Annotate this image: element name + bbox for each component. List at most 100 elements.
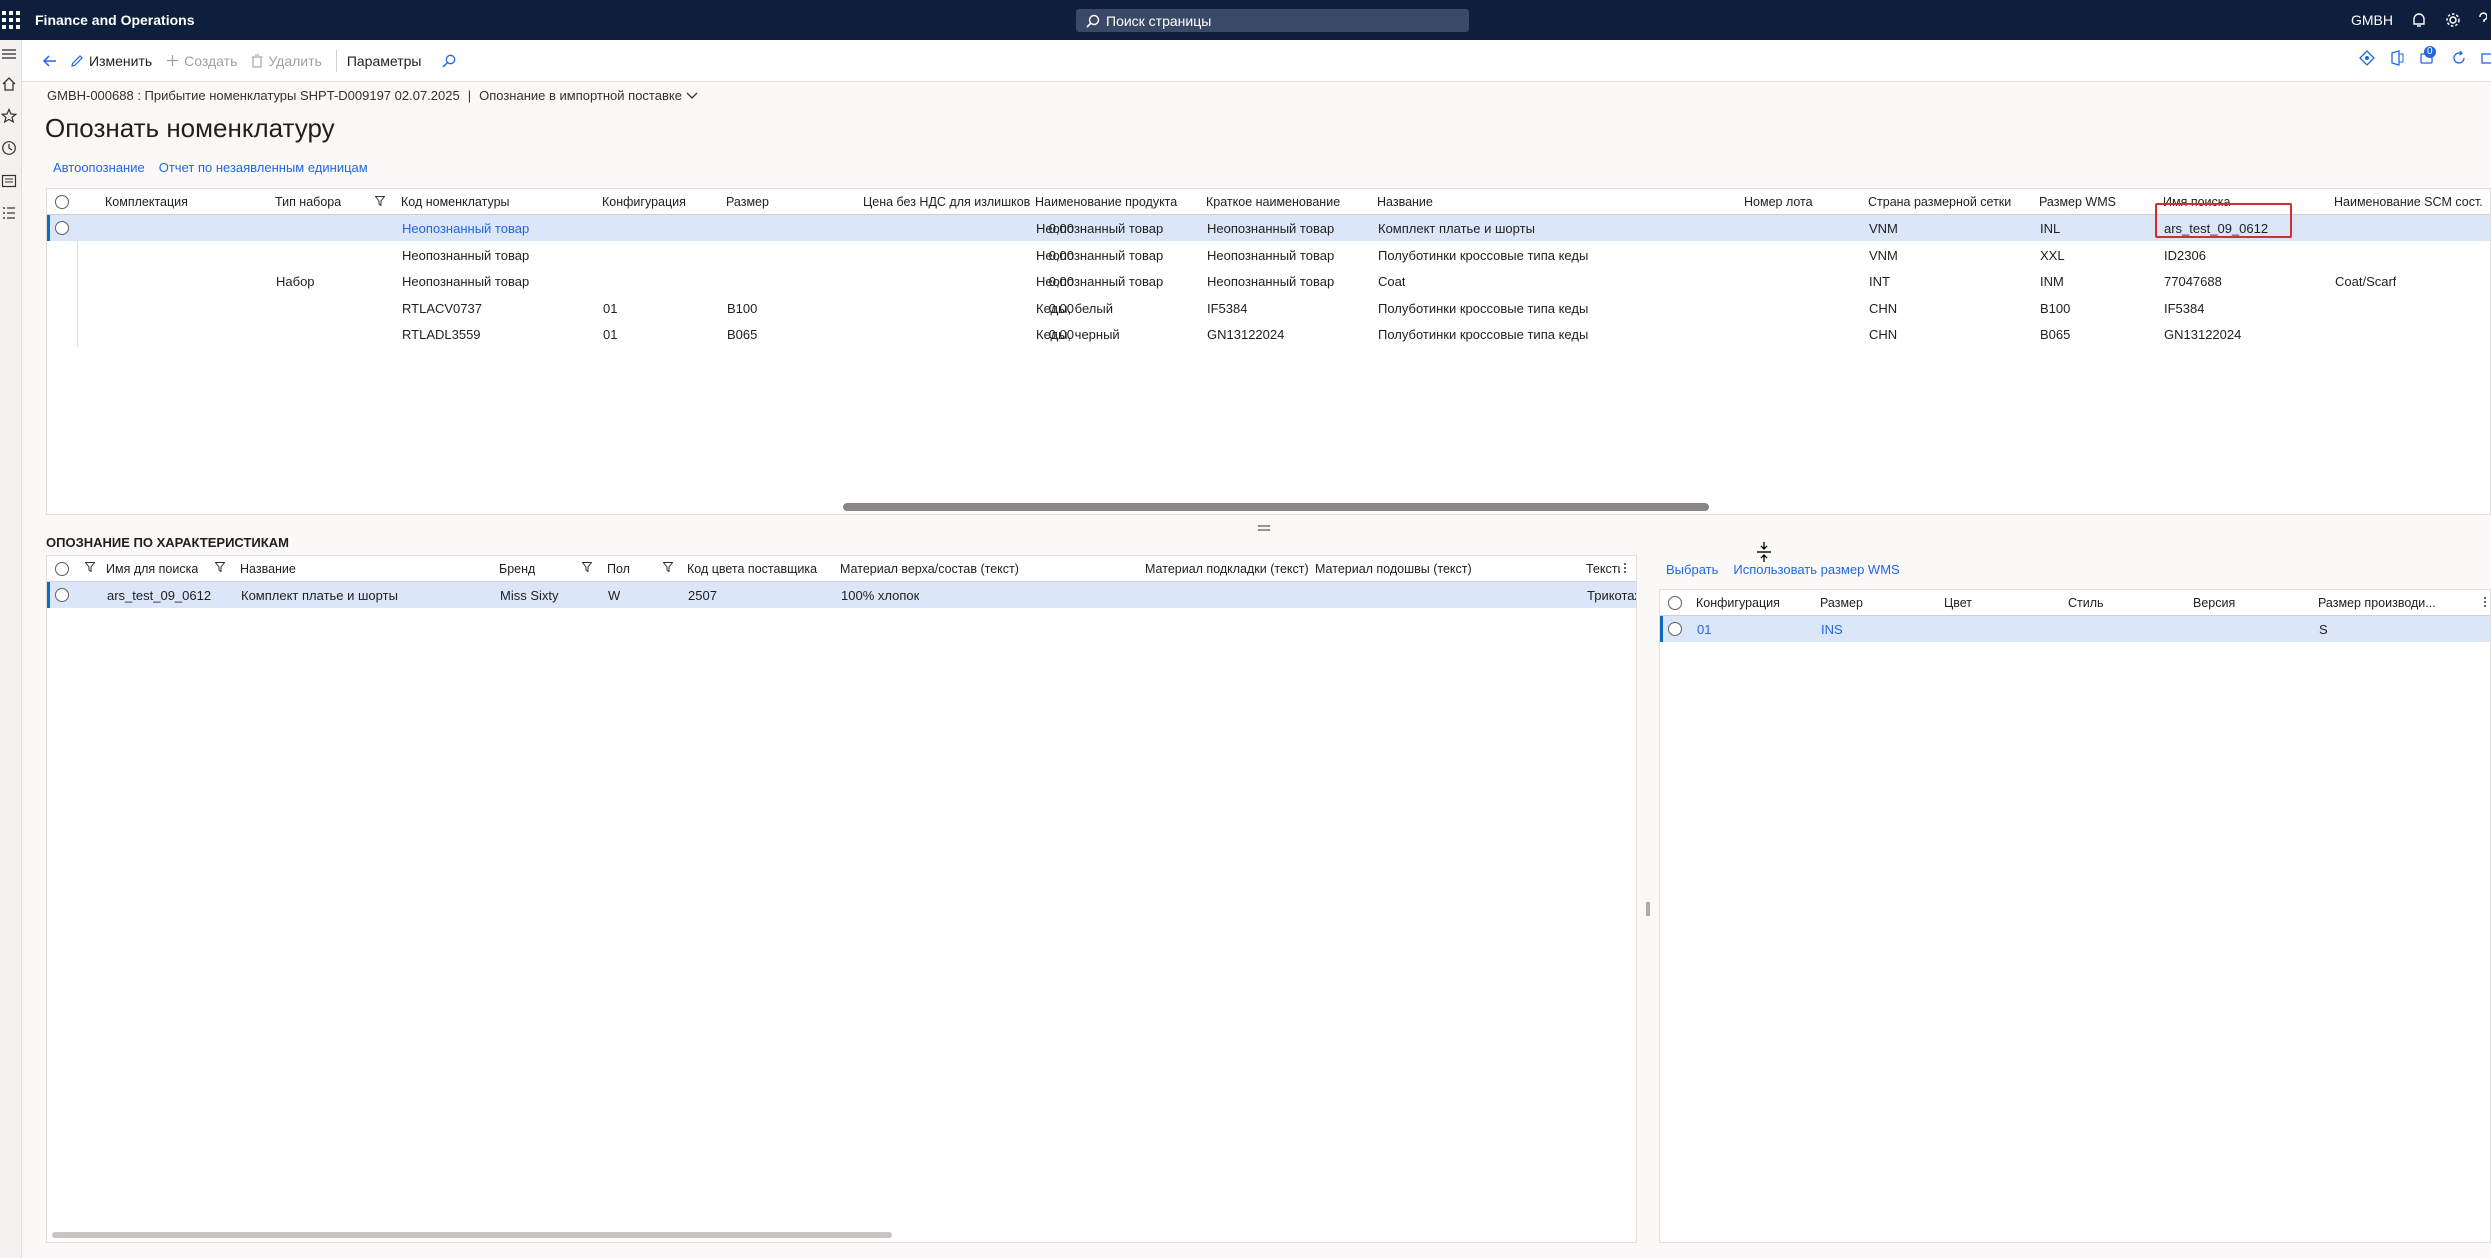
col-product-name[interactable]: Наименование продукта — [1035, 195, 1177, 209]
col-color[interactable]: Цвет — [1944, 596, 1972, 610]
page-search-input[interactable]: Поиск страницы — [1076, 9, 1469, 32]
col-name[interactable]: Название — [1377, 195, 1433, 209]
col-short-name[interactable]: Краткое наименование — [1206, 195, 1340, 209]
notifications-icon[interactable] — [2411, 12, 2427, 28]
select-all-radio[interactable] — [55, 562, 69, 576]
col-style[interactable]: Стиль — [2068, 596, 2104, 610]
size-cell[interactable]: INS — [1821, 622, 1843, 637]
diamond-icon[interactable] — [2359, 50, 2375, 66]
col-set-type[interactable]: Тип набора — [275, 195, 341, 209]
table-row[interactable]: Неопознанный товар 0,00 Неопознанный тов… — [47, 215, 2490, 241]
item-code-cell[interactable]: Неопознанный товар — [402, 221, 529, 236]
create-button[interactable]: Создать — [166, 53, 237, 69]
message-count-badge: 0 — [2424, 46, 2436, 58]
help-icon[interactable] — [2479, 12, 2488, 28]
right-panel-links: Выбрать Использовать размер WMS — [1666, 562, 1900, 577]
supplier-color-cell: 2507 — [688, 588, 717, 603]
top-bar: Finance and Operations Поиск страницы GM… — [0, 0, 2491, 40]
page-title: Опознать номенклатуру — [45, 113, 335, 143]
office-icon[interactable] — [2389, 50, 2405, 66]
table-row[interactable]: RTLADL3559 01 B065 0,00 Кеды, черный GN1… — [47, 321, 2490, 347]
row-radio[interactable] — [55, 588, 69, 602]
home-icon[interactable] — [1, 76, 17, 92]
col-supplier-color[interactable]: Код цвета поставщика — [687, 562, 817, 576]
col-kit[interactable]: Комплектация — [105, 195, 188, 209]
col-config[interactable]: Конфигурация — [1696, 596, 1780, 610]
col-textile[interactable]: Тексти — [1586, 562, 1620, 576]
filter-icon[interactable] — [215, 562, 225, 572]
col-gender[interactable]: Пол — [607, 562, 630, 576]
col-scm-name[interactable]: Наименование SCM сост. — [2334, 195, 2483, 209]
company-selector[interactable]: GMBH — [2351, 12, 2393, 28]
edit-button[interactable]: Изменить — [70, 53, 152, 69]
more-options-icon[interactable] — [1623, 561, 1627, 575]
highlight-annotation — [2155, 203, 2292, 238]
col-wms[interactable]: Размер WMS — [2039, 195, 2116, 209]
find-icon[interactable] — [441, 53, 457, 69]
table-row[interactable]: RTLACV0737 01 B100 0,00 Кеды, белый IF53… — [47, 295, 2490, 321]
col-size[interactable]: Размер — [1820, 596, 1863, 610]
col-brand[interactable]: Бренд — [499, 562, 535, 576]
brand-cell: Miss Sixty — [500, 588, 559, 603]
col-item-code[interactable]: Код номенклатуры — [401, 195, 510, 209]
horizontal-scrollbar[interactable] — [52, 1232, 892, 1238]
col-country[interactable]: Страна размерной сетки — [1868, 195, 2011, 209]
delete-button[interactable]: Удалить — [251, 53, 322, 69]
wms-cell: INL — [2040, 221, 2061, 236]
col-mfr-size[interactable]: Размер производи... — [2318, 596, 2448, 610]
view-selector[interactable]: Опознание в импортной поставке — [479, 88, 698, 103]
use-wms-size-button[interactable]: Использовать размер WMS — [1733, 562, 1899, 577]
table-row[interactable]: Набор Неопознанный товар 0,00 Неопознанн… — [47, 268, 2490, 294]
parameters-label: Параметры — [346, 52, 422, 69]
parameters-tab[interactable]: Параметры — [347, 53, 422, 69]
col-lot[interactable]: Номер лота — [1744, 195, 1813, 209]
auto-identify-link[interactable]: Автоопознание — [53, 160, 145, 175]
short-name-cell: Неопознанный товар — [1207, 221, 1335, 236]
messages-icon[interactable]: 0 — [2419, 46, 2437, 66]
table-row[interactable]: ars_test_09_0612 Комплект платье и шорты… — [47, 582, 1636, 608]
app-title[interactable]: Finance and Operations — [35, 12, 194, 28]
col-search-name[interactable]: Имя для поиска — [106, 562, 198, 576]
col-size[interactable]: Размер — [726, 195, 769, 209]
undeclared-report-link[interactable]: Отчет по незаявленным единицам — [159, 160, 368, 175]
app-launcher-icon[interactable] — [0, 11, 20, 29]
filter-icon[interactable] — [582, 562, 592, 572]
filter-icon[interactable] — [663, 562, 673, 572]
vertical-splitter-grip[interactable] — [1646, 902, 1650, 916]
back-arrow-icon[interactable] — [42, 53, 58, 69]
col-sole-material[interactable]: Материал подошвы (текст) — [1315, 562, 1472, 576]
row-radio[interactable] — [55, 221, 69, 235]
modules-icon[interactable] — [1, 205, 17, 221]
pane-splitter-icon[interactable] — [1255, 520, 1273, 531]
variants-grid-header: Конфигурация Размер Цвет Стиль Версия Ра… — [1660, 590, 2490, 616]
upper-material-cell: 100% хлопок — [841, 588, 920, 603]
select-all-radio[interactable] — [55, 195, 69, 209]
select-button[interactable]: Выбрать — [1666, 562, 1718, 577]
filter-icon[interactable] — [375, 196, 385, 206]
col-version[interactable]: Версия — [2193, 596, 2235, 610]
filter-icon[interactable] — [85, 562, 95, 572]
name-cell: Полуботинки кроссовые типа кеды — [1378, 301, 1589, 316]
horizontal-scrollbar[interactable] — [843, 503, 1709, 511]
config-cell[interactable]: 01 — [1697, 622, 1711, 637]
col-config[interactable]: Конфигурация — [602, 195, 686, 209]
star-icon[interactable] — [0, 108, 18, 124]
table-row[interactable]: Неопознанный товар 0,00 Неопознанный тов… — [47, 242, 2490, 268]
select-all-radio[interactable] — [1668, 596, 1682, 610]
name-cell: Комплект платье и шорты — [1378, 221, 1535, 236]
more-options-icon[interactable] — [2483, 595, 2487, 609]
hamburger-icon[interactable] — [1, 46, 17, 62]
table-row[interactable]: 01 INS S — [1660, 616, 2490, 642]
search-name-cell: ars_test_09_0612 — [107, 588, 212, 603]
col-name[interactable]: Название — [240, 562, 296, 576]
breadcrumb: GMBH-000688 : Прибытие номенклатуры SHPT… — [47, 88, 698, 103]
workspaces-icon[interactable] — [1, 173, 17, 189]
gear-icon[interactable] — [2445, 12, 2461, 28]
open-new-window-icon[interactable] — [2481, 50, 2491, 66]
col-upper-material[interactable]: Материал верха/состав (текст) — [840, 562, 1019, 576]
row-radio[interactable] — [1668, 622, 1682, 636]
trash-icon — [251, 54, 263, 68]
refresh-icon[interactable] — [2451, 50, 2467, 66]
col-lining-material[interactable]: Материал подкладки (текст) — [1145, 562, 1309, 576]
clock-icon[interactable] — [1, 140, 17, 156]
